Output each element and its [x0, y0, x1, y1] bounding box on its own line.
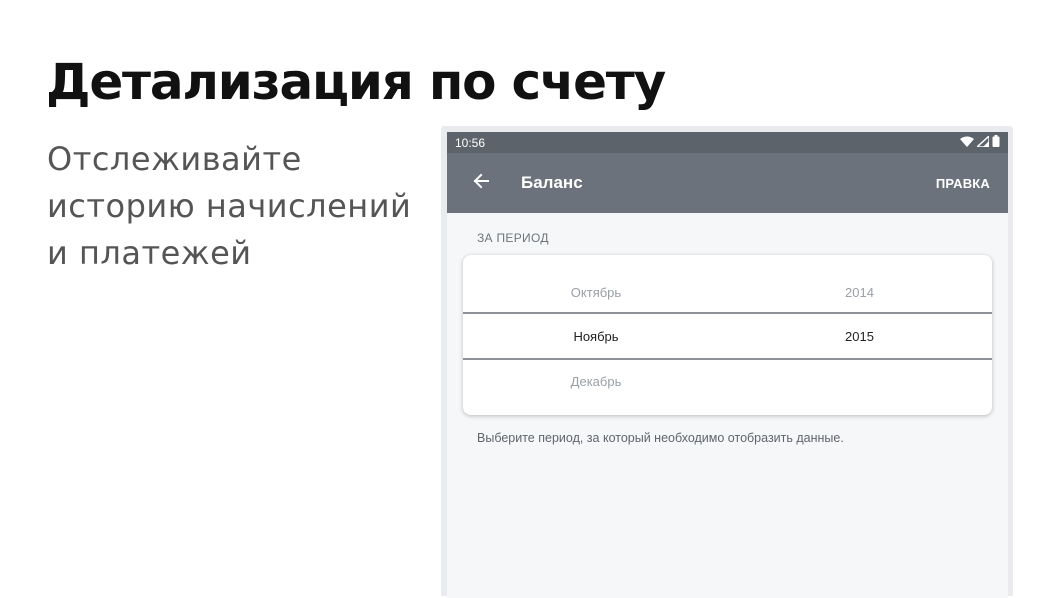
picker-year-selected[interactable]: 2015	[793, 329, 926, 344]
promo-subtitle-line: историю начислений	[47, 187, 412, 225]
period-section-label: ЗА ПЕРИОД	[477, 231, 549, 245]
period-picker[interactable]: Октябрь 2014 Ноябрь 2015 Декабрь	[463, 255, 992, 415]
promo-subtitle: Отслеживайте историю начислений и платеж…	[47, 136, 427, 277]
status-bar: 10:56	[447, 132, 1008, 153]
picker-row-next[interactable]: Декабрь	[463, 359, 992, 403]
picker-month-selected[interactable]: Ноябрь	[463, 329, 729, 344]
app-title: Баланс	[521, 173, 583, 192]
picker-row-selected[interactable]: Ноябрь 2015	[463, 314, 992, 358]
picker-year[interactable]: 2014	[793, 285, 926, 300]
battery-icon	[992, 135, 1000, 150]
picker-month[interactable]: Октябрь	[463, 285, 729, 300]
device-frame: 10:56 Баланс ПРАВКА ЗА ПЕРИОД Октябрь 20…	[441, 126, 1013, 598]
promo-subtitle-line: и платежей	[47, 234, 252, 272]
status-icons	[960, 133, 1000, 150]
promo-title: Детализация по счету	[46, 53, 666, 111]
edit-button[interactable]: ПРАВКА	[936, 153, 990, 213]
status-time: 10:56	[455, 135, 486, 150]
arrow-back-icon	[473, 173, 489, 194]
app-bar: Баланс ПРАВКА	[447, 153, 1008, 213]
signal-icon	[975, 133, 990, 150]
wifi-icon	[960, 136, 974, 150]
promo-subtitle-line: Отслеживайте	[47, 140, 302, 178]
picker-row-previous[interactable]: Октябрь 2014	[463, 270, 992, 314]
picker-month[interactable]: Декабрь	[463, 374, 729, 389]
period-hint: Выберите период, за который необходимо о…	[477, 431, 844, 445]
back-button[interactable]	[453, 153, 509, 213]
app-screen: 10:56 Баланс ПРАВКА ЗА ПЕРИОД Октябрь 20…	[447, 132, 1008, 598]
